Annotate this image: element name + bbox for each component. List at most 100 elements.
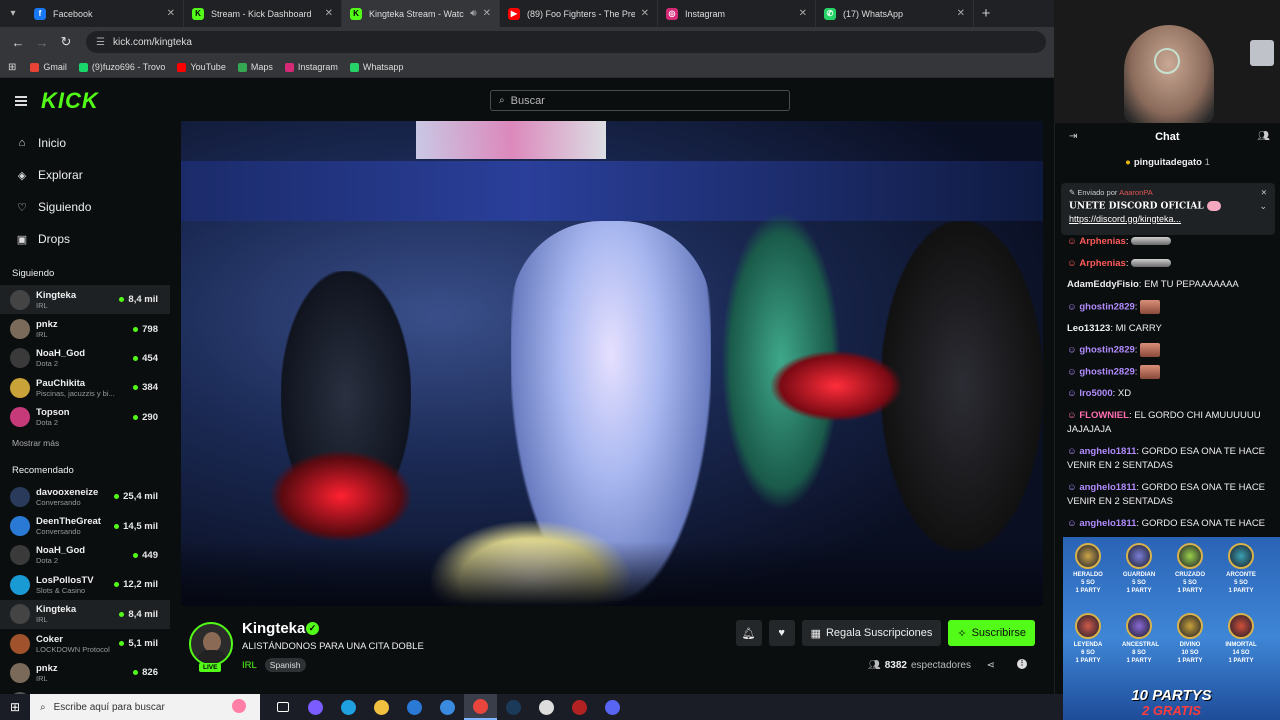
bookmark-icon: [30, 62, 40, 72]
kick-logo[interactable]: KICK: [41, 88, 99, 114]
gift-subs-button[interactable]: ▦ Regala Suscripciones: [801, 620, 942, 646]
chat-username[interactable]: anghelo1811: [1079, 518, 1136, 529]
new-tab-button[interactable]: +: [974, 5, 998, 22]
chat-username[interactable]: anghelo1811: [1079, 446, 1136, 457]
browser-tab[interactable]: ▶ (89) Foo Fighters - The Pretender ✕: [500, 0, 658, 27]
close-tab-icon[interactable]: ✕: [641, 8, 649, 19]
tab-search-icon[interactable]: ▾: [0, 8, 26, 19]
channel-item[interactable]: Coker LOCKDOWN Protocol 5,1 mil: [0, 629, 170, 658]
close-tab-icon[interactable]: ✕: [483, 8, 491, 19]
chat-username[interactable]: Arphenias: [1079, 236, 1125, 247]
windows-start-icon[interactable]: ⊞: [0, 700, 30, 714]
share-icon[interactable]: ⋖: [987, 660, 995, 671]
channel-name: DeenTheGreat: [36, 516, 101, 528]
chat-username[interactable]: Leo13123: [1067, 323, 1110, 334]
channel-item[interactable]: NoaH_God Dota 2 449: [0, 541, 170, 570]
edge-icon[interactable]: [332, 694, 365, 720]
video-player[interactable]: [181, 121, 1043, 606]
bookmark-item[interactable]: (9)fuzo696 - Trovo: [78, 62, 165, 72]
close-tab-icon[interactable]: ✕: [167, 8, 175, 19]
channel-item[interactable]: DeenTheGreat Conversando 14,5 mil: [0, 511, 170, 540]
streamer-avatar[interactable]: [189, 622, 233, 666]
channel-info: NoaH_God Dota 2: [36, 545, 133, 565]
sidebar-item-drops[interactable]: ▣ Drops: [0, 223, 170, 255]
top-gifter[interactable]: ● pinguitadegato 1: [1055, 150, 1280, 168]
discord-icon[interactable]: [596, 694, 629, 720]
discord-link[interactable]: https://discord.gg/kingteka...: [1069, 214, 1267, 224]
chat-users-icon[interactable]: 👥︎: [1257, 131, 1270, 142]
bell-icon[interactable]: 🔔︎: [735, 620, 762, 646]
chat-username[interactable]: AdamEddyFisio: [1067, 279, 1139, 290]
site-info-icon[interactable]: ☰: [96, 37, 105, 48]
speaker-icon[interactable]: 🔊︎: [470, 8, 476, 19]
streamer-name[interactable]: Kingteka: [242, 620, 305, 637]
bookmark-item[interactable]: Gmail: [30, 62, 67, 72]
more-options-icon[interactable]: ⋮: [1017, 659, 1027, 669]
back-icon[interactable]: ←: [6, 35, 30, 50]
language-tag[interactable]: Spanish: [264, 658, 306, 672]
recommended-heading: Recomendado: [12, 464, 74, 476]
unpin-icon[interactable]: ✕: [1261, 188, 1267, 197]
dota-icon[interactable]: [563, 694, 596, 720]
url-input[interactable]: ☰ kick.com/kingteka: [86, 31, 1046, 53]
chat-username[interactable]: Arphenias: [1079, 258, 1125, 269]
menu-icon[interactable]: [15, 95, 27, 106]
bookmark-item[interactable]: Whatsapp: [349, 62, 403, 72]
obs-icon[interactable]: [530, 694, 563, 720]
kick-icon: K: [192, 7, 204, 20]
mail-icon[interactable]: [431, 694, 464, 720]
browser-tab[interactable]: ◎ Instagram ✕: [658, 0, 816, 27]
close-tab-icon[interactable]: ✕: [325, 8, 333, 19]
sidebar-item-inicio[interactable]: ⌂ Inicio: [0, 127, 170, 159]
rank-tier: CRUZADO 5 SO 1 PARTY: [1173, 543, 1207, 595]
close-tab-icon[interactable]: ✕: [799, 8, 807, 19]
bookmark-item[interactable]: Maps: [237, 62, 273, 72]
search-input[interactable]: ⌕ Buscar: [490, 90, 790, 111]
sidebar-item-explorar[interactable]: ◈ Explorar: [0, 159, 170, 191]
chat-message: Leo13123: MI CARRY: [1055, 322, 1280, 337]
sidebar-item-siguiendo[interactable]: ♡ Siguiendo: [0, 191, 170, 223]
top-gifter-count: 1: [1204, 157, 1210, 168]
chat-username[interactable]: anghelo1811: [1079, 482, 1136, 493]
bookmark-item[interactable]: Instagram: [284, 62, 338, 72]
apps-grid-icon[interactable]: ⊞: [8, 62, 16, 73]
show-more-link[interactable]: Mostrar más: [0, 432, 170, 452]
copilot-icon[interactable]: [299, 694, 332, 720]
close-tab-icon[interactable]: ✕: [957, 8, 965, 19]
collapse-chat-icon[interactable]: ⇥: [1069, 131, 1077, 142]
chat-username[interactable]: ghostin2829: [1079, 367, 1134, 378]
store-icon[interactable]: [398, 694, 431, 720]
heart-icon[interactable]: ♥: [768, 620, 795, 646]
chat-username[interactable]: ghostin2829: [1079, 345, 1134, 356]
chat-username[interactable]: lro5000: [1079, 388, 1112, 399]
browser-tab[interactable]: f Facebook ✕: [26, 0, 184, 27]
browser-tab[interactable]: K Kingteka Stream - Watch Live 🔊︎ ✕: [342, 0, 500, 27]
bookmark-item[interactable]: YouTube: [177, 62, 226, 72]
channel-item[interactable]: Kingteka IRL 8,4 mil: [0, 285, 170, 315]
channel-item[interactable]: NoaH_God Dota 2 454: [0, 344, 170, 373]
taskbar-search-input[interactable]: ⌕ Escribe aquí para buscar: [30, 694, 260, 720]
chrome-icon[interactable]: [464, 694, 497, 720]
taskview-icon[interactable]: [266, 694, 299, 720]
viewers-number: 8382: [884, 660, 907, 671]
explorer-icon[interactable]: [365, 694, 398, 720]
channel-avatar: [10, 289, 30, 310]
category-link[interactable]: IRL: [242, 660, 257, 671]
expand-pinned-icon[interactable]: ⌄: [1259, 201, 1267, 212]
channel-item[interactable]: Kingteka IRL 8,4 mil: [0, 599, 170, 629]
chat-username[interactable]: FLOWNIEL: [1079, 410, 1129, 421]
forward-icon[interactable]: →: [30, 35, 54, 50]
subscribe-button[interactable]: ✧ Suscribirse: [948, 620, 1035, 646]
channel-item[interactable]: pnkz IRL 826: [0, 658, 170, 687]
reload-icon[interactable]: ↻: [54, 34, 78, 50]
channel-item[interactable]: PauChikita Piscinas, jacuzzis y bi... 384: [0, 373, 170, 402]
browser-tab[interactable]: K Stream - Kick Dashboard ✕: [184, 0, 342, 27]
channel-item[interactable]: davooxeneize Conversando 25,4 mil: [0, 482, 170, 511]
channel-item[interactable]: pnkz IRL 798: [0, 314, 170, 343]
chat-username[interactable]: ghostin2829: [1079, 301, 1134, 312]
channel-item[interactable]: LosPollosTV Slots & Casino 12,2 mil: [0, 570, 170, 599]
channel-item[interactable]: Topson Dota 2 290: [0, 403, 170, 432]
tab-title: (17) WhatsApp: [843, 8, 904, 19]
steam-icon[interactable]: [497, 694, 530, 720]
browser-tab[interactable]: ✆ (17) WhatsApp ✕: [816, 0, 974, 27]
